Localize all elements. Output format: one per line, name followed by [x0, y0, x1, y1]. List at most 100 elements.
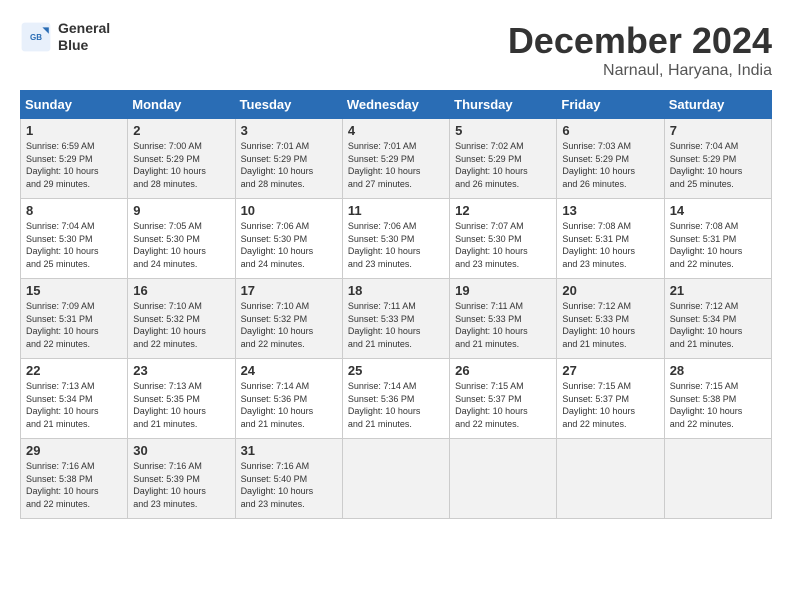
day-number: 11 [348, 203, 444, 218]
day-info: Sunrise: 7:14 AM Sunset: 5:36 PM Dayligh… [348, 380, 444, 430]
header-day-monday: Monday [128, 91, 235, 119]
calendar-header-row: SundayMondayTuesdayWednesdayThursdayFrid… [21, 91, 772, 119]
calendar-cell: 5Sunrise: 7:02 AM Sunset: 5:29 PM Daylig… [450, 119, 557, 199]
day-number: 28 [670, 363, 766, 378]
calendar-cell: 22 Sunrise: 7:13 AM Sunset: 5:34 PM Dayli… [21, 359, 128, 439]
day-number: 13 [562, 203, 658, 218]
calendar-cell: 2 Sunrise: 7:00 AM Sunset: 5:29 PM Daylig… [128, 119, 235, 199]
logo-icon: GB [20, 21, 52, 53]
day-info: Sunrise: 7:02 AM Sunset: 5:29 PM Dayligh… [455, 140, 551, 190]
day-info: Sunrise: 7:00 AM Sunset: 5:29 PM Dayligh… [133, 140, 229, 190]
day-number: 23 [133, 363, 229, 378]
day-info: Sunrise: 7:16 AM Sunset: 5:38 PM Dayligh… [26, 460, 122, 510]
calendar-cell: 19 Sunrise: 7:11 AM Sunset: 5:33 PM Dayli… [450, 279, 557, 359]
day-info: Sunrise: 7:07 AM Sunset: 5:30 PM Dayligh… [455, 220, 551, 270]
day-info: Sunrise: 7:14 AM Sunset: 5:36 PM Dayligh… [241, 380, 337, 430]
calendar-cell: 30 Sunrise: 7:16 AM Sunset: 5:39 PM Dayli… [128, 439, 235, 519]
day-info: Sunrise: 7:08 AM Sunset: 5:31 PM Dayligh… [670, 220, 766, 270]
day-number: 12 [455, 203, 551, 218]
day-info: Sunrise: 7:06 AM Sunset: 5:30 PM Dayligh… [348, 220, 444, 270]
day-number: 21 [670, 283, 766, 298]
month-title: December 2024 [508, 20, 772, 62]
day-number: 16 [133, 283, 229, 298]
day-info: Sunrise: 7:16 AM Sunset: 5:40 PM Dayligh… [241, 460, 337, 510]
header-day-tuesday: Tuesday [235, 91, 342, 119]
calendar-cell: 28 Sunrise: 7:15 AM Sunset: 5:38 PM Dayli… [664, 359, 771, 439]
day-info: Sunrise: 7:12 AM Sunset: 5:34 PM Dayligh… [670, 300, 766, 350]
day-number: 30 [133, 443, 229, 458]
calendar-cell: 1Sunrise: 6:59 AM Sunset: 5:29 PM Daylig… [21, 119, 128, 199]
day-number: 14 [670, 203, 766, 218]
day-number: 19 [455, 283, 551, 298]
day-info: Sunrise: 7:10 AM Sunset: 5:32 PM Dayligh… [241, 300, 337, 350]
day-info: Sunrise: 7:12 AM Sunset: 5:33 PM Dayligh… [562, 300, 658, 350]
day-info: Sunrise: 6:59 AM Sunset: 5:29 PM Dayligh… [26, 140, 122, 190]
day-info: Sunrise: 7:04 AM Sunset: 5:29 PM Dayligh… [670, 140, 766, 190]
calendar-cell: 26 Sunrise: 7:15 AM Sunset: 5:37 PM Dayli… [450, 359, 557, 439]
day-number: 18 [348, 283, 444, 298]
calendar-cell: 10Sunrise: 7:06 AM Sunset: 5:30 PM Dayli… [235, 199, 342, 279]
day-number: 25 [348, 363, 444, 378]
logo-text: General Blue [58, 20, 110, 54]
calendar-table: SundayMondayTuesdayWednesdayThursdayFrid… [20, 90, 772, 519]
calendar-week-4: 22 Sunrise: 7:13 AM Sunset: 5:34 PM Dayli… [21, 359, 772, 439]
calendar-cell: 8 Sunrise: 7:04 AM Sunset: 5:30 PM Daylig… [21, 199, 128, 279]
calendar-cell: 16 Sunrise: 7:10 AM Sunset: 5:32 PM Dayli… [128, 279, 235, 359]
calendar-cell: 21 Sunrise: 7:12 AM Sunset: 5:34 PM Dayli… [664, 279, 771, 359]
header-day-sunday: Sunday [21, 91, 128, 119]
calendar-week-2: 8 Sunrise: 7:04 AM Sunset: 5:30 PM Daylig… [21, 199, 772, 279]
calendar-cell: 9 Sunrise: 7:05 AM Sunset: 5:30 PM Daylig… [128, 199, 235, 279]
day-number: 8 [26, 203, 122, 218]
calendar-cell: 17 Sunrise: 7:10 AM Sunset: 5:32 PM Dayli… [235, 279, 342, 359]
header-day-saturday: Saturday [664, 91, 771, 119]
day-number: 10 [241, 203, 337, 218]
calendar-cell: 4Sunrise: 7:01 AM Sunset: 5:29 PM Daylig… [342, 119, 449, 199]
header: GB General Blue December 2024 Narnaul, H… [20, 20, 772, 80]
day-info: Sunrise: 7:11 AM Sunset: 5:33 PM Dayligh… [348, 300, 444, 350]
calendar-cell: 24 Sunrise: 7:14 AM Sunset: 5:36 PM Dayli… [235, 359, 342, 439]
calendar-cell: 20 Sunrise: 7:12 AM Sunset: 5:33 PM Dayli… [557, 279, 664, 359]
day-number: 7 [670, 123, 766, 138]
day-number: 9 [133, 203, 229, 218]
day-info: Sunrise: 7:13 AM Sunset: 5:34 PM Dayligh… [26, 380, 122, 430]
day-info: Sunrise: 7:10 AM Sunset: 5:32 PM Dayligh… [133, 300, 229, 350]
calendar-cell: 27Sunrise: 7:15 AM Sunset: 5:37 PM Dayli… [557, 359, 664, 439]
day-info: Sunrise: 7:04 AM Sunset: 5:30 PM Dayligh… [26, 220, 122, 270]
day-number: 6 [562, 123, 658, 138]
title-area: December 2024 Narnaul, Haryana, India [508, 20, 772, 80]
day-info: Sunrise: 7:01 AM Sunset: 5:29 PM Dayligh… [348, 140, 444, 190]
day-number: 22 [26, 363, 122, 378]
calendar-cell: 15 Sunrise: 7:09 AM Sunset: 5:31 PM Dayli… [21, 279, 128, 359]
day-number: 17 [241, 283, 337, 298]
svg-text:GB: GB [30, 33, 42, 42]
calendar-cell: 13Sunrise: 7:08 AM Sunset: 5:31 PM Dayli… [557, 199, 664, 279]
calendar-cell: 6 Sunrise: 7:03 AM Sunset: 5:29 PM Daylig… [557, 119, 664, 199]
day-info: Sunrise: 7:13 AM Sunset: 5:35 PM Dayligh… [133, 380, 229, 430]
day-number: 15 [26, 283, 122, 298]
day-info: Sunrise: 7:16 AM Sunset: 5:39 PM Dayligh… [133, 460, 229, 510]
day-number: 31 [241, 443, 337, 458]
day-info: Sunrise: 7:05 AM Sunset: 5:30 PM Dayligh… [133, 220, 229, 270]
calendar-week-1: 1Sunrise: 6:59 AM Sunset: 5:29 PM Daylig… [21, 119, 772, 199]
header-day-wednesday: Wednesday [342, 91, 449, 119]
calendar-cell: 11 Sunrise: 7:06 AM Sunset: 5:30 PM Dayli… [342, 199, 449, 279]
calendar-cell: 23 Sunrise: 7:13 AM Sunset: 5:35 PM Dayli… [128, 359, 235, 439]
day-number: 2 [133, 123, 229, 138]
logo: GB General Blue [20, 20, 110, 54]
day-info: Sunrise: 7:09 AM Sunset: 5:31 PM Dayligh… [26, 300, 122, 350]
day-info: Sunrise: 7:15 AM Sunset: 5:38 PM Dayligh… [670, 380, 766, 430]
calendar-cell: 3Sunrise: 7:01 AM Sunset: 5:29 PM Daylig… [235, 119, 342, 199]
calendar-cell: 18 Sunrise: 7:11 AM Sunset: 5:33 PM Dayli… [342, 279, 449, 359]
day-number: 24 [241, 363, 337, 378]
day-info: Sunrise: 7:03 AM Sunset: 5:29 PM Dayligh… [562, 140, 658, 190]
day-info: Sunrise: 7:11 AM Sunset: 5:33 PM Dayligh… [455, 300, 551, 350]
day-number: 27 [562, 363, 658, 378]
day-number: 26 [455, 363, 551, 378]
day-number: 29 [26, 443, 122, 458]
location-title: Narnaul, Haryana, India [508, 62, 772, 80]
day-number: 20 [562, 283, 658, 298]
day-info: Sunrise: 7:15 AM Sunset: 5:37 PM Dayligh… [455, 380, 551, 430]
calendar-cell [342, 439, 449, 519]
calendar-cell [664, 439, 771, 519]
calendar-week-5: 29 Sunrise: 7:16 AM Sunset: 5:38 PM Dayli… [21, 439, 772, 519]
